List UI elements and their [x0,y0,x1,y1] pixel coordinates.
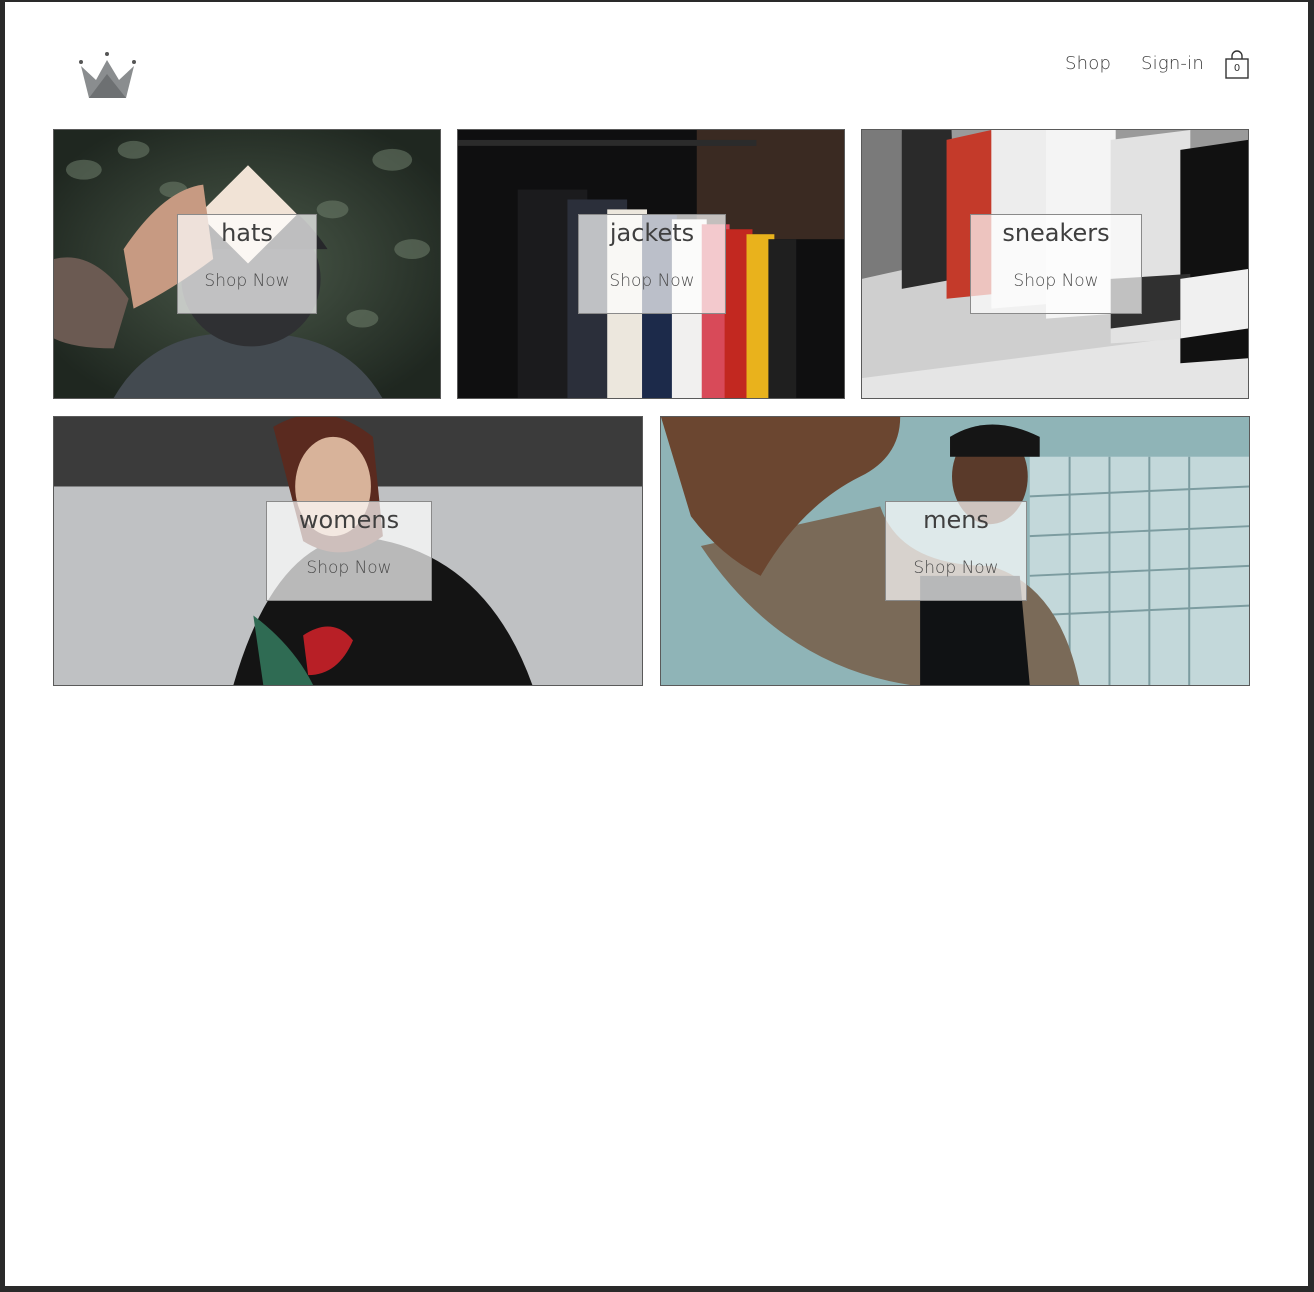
nav-shop-link[interactable]: Shop [1065,53,1111,74]
category-overlay-hats[interactable]: hats Shop Now [177,214,317,314]
nav-signin-link[interactable]: Sign-in [1141,53,1204,74]
crown-logo-icon[interactable] [78,50,138,100]
category-overlay-jackets[interactable]: jackets Shop Now [578,214,726,314]
cart-count: 0 [1233,63,1241,74]
shop-now-label: Shop Now [306,558,392,578]
shop-now-label: Shop Now [609,271,695,291]
shop-now-label: Shop Now [913,558,999,578]
cart-button[interactable]: 0 [1223,50,1251,80]
category-tile-jackets[interactable]: jackets Shop Now [457,129,845,399]
category-overlay-sneakers[interactable]: sneakers Shop Now [970,214,1142,314]
category-title: mens [923,506,989,534]
category-tile-sneakers[interactable]: sneakers Shop Now [861,129,1249,399]
category-title: sneakers [1002,219,1110,247]
category-title: jackets [609,219,695,247]
shop-now-label: Shop Now [204,271,290,291]
category-overlay-womens[interactable]: womens Shop Now [266,501,432,601]
category-tile-mens[interactable]: mens Shop Now [660,416,1250,686]
category-overlay-mens[interactable]: mens Shop Now [885,501,1027,601]
category-tile-womens[interactable]: womens Shop Now [53,416,643,686]
shop-now-label: Shop Now [1013,271,1099,291]
category-title: hats [221,219,273,247]
category-tile-hats[interactable]: hats Shop Now [53,129,441,399]
category-title: womens [298,506,400,534]
